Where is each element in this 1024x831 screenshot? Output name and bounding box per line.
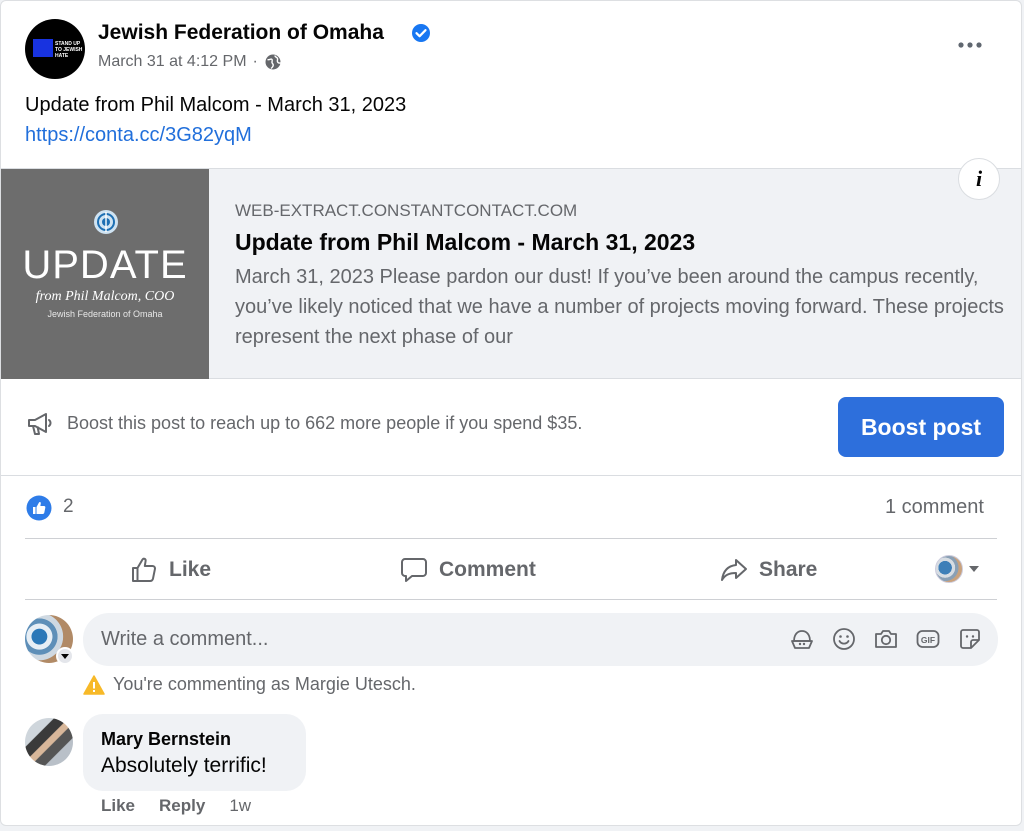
preview-description: March 31, 2023 Please pardon our dust! I…: [235, 266, 1004, 348]
more-options-icon[interactable]: [955, 35, 985, 55]
avatar-text: STAND UP TO JEWISH HATE: [55, 41, 83, 59]
post-text: Update from Phil Malcom - March 31, 2023: [25, 94, 407, 116]
thumbnail-org: Jewish Federation of Omaha: [47, 309, 163, 319]
comment-age[interactable]: 1w: [229, 796, 251, 816]
comment-bubble: [83, 714, 306, 791]
reaction-count[interactable]: 2: [63, 496, 74, 518]
chevron-down-icon: [61, 653, 69, 659]
comment-like-link[interactable]: Like: [101, 796, 135, 816]
comment-button[interactable]: Comment: [399, 551, 536, 589]
link-preview[interactable]: UPDATE from Phil Malcom, COO Jewish Fede…: [1, 168, 1021, 379]
switch-profile-chevron[interactable]: [56, 647, 74, 665]
composer-icons: GIF: [789, 626, 983, 652]
like-label: Like: [169, 558, 212, 581]
profile-avatar: [935, 555, 963, 583]
warning-icon: [83, 674, 105, 695]
thumbnail-title: UPDATE: [22, 243, 188, 287]
share-arrow-icon: [721, 559, 747, 581]
commenter-avatar[interactable]: [25, 718, 73, 766]
chevron-down-icon: [969, 566, 979, 572]
share-label: Share: [759, 558, 818, 581]
boost-message: Boost this post to reach up to 662 more …: [67, 413, 583, 433]
emoji-icon[interactable]: [831, 626, 857, 652]
camera-icon[interactable]: [873, 626, 899, 652]
divider: [25, 599, 997, 600]
page-name[interactable]: Jewish Federation of Omaha: [98, 21, 384, 45]
preview-thumbnail[interactable]: UPDATE from Phil Malcom, COO Jewish Fede…: [1, 169, 209, 379]
comment-reply-link[interactable]: Reply: [159, 796, 205, 816]
globe-icon[interactable]: [264, 53, 282, 71]
divider: [1, 475, 1021, 476]
avatar-sticker-icon[interactable]: [789, 626, 815, 652]
commenter-name[interactable]: Mary Bernstein: [101, 729, 231, 750]
sticker-icon[interactable]: [957, 626, 983, 652]
preview-title[interactable]: Update from Phil Malcom - March 31, 2023: [235, 229, 695, 256]
comment-count[interactable]: 1 comment: [885, 496, 984, 519]
preview-domain: WEB-EXTRACT.CONSTANTCONTACT.COM: [235, 201, 578, 220]
avatar-logo-square: [33, 39, 53, 57]
info-button[interactable]: i: [958, 158, 1000, 200]
post-as-selector[interactable]: [935, 555, 979, 583]
federation-logo-icon: [94, 210, 118, 234]
thumbs-up-icon: [132, 557, 156, 582]
post-link[interactable]: https://conta.cc/3G82yqM: [25, 124, 252, 147]
svg-text:GIF: GIF: [921, 635, 935, 645]
verified-badge-icon: [412, 24, 430, 42]
like-button[interactable]: Like: [129, 551, 211, 589]
post-timestamp[interactable]: March 31 at 4:12 PM: [98, 53, 247, 71]
commenting-as-text: You're commenting as Margie Utesch.: [113, 674, 416, 694]
comment-actions: Like Reply 1w: [101, 796, 251, 816]
gif-icon[interactable]: GIF: [915, 626, 941, 652]
meta-separator: ·: [252, 53, 258, 70]
like-reaction-icon[interactable]: [26, 495, 52, 521]
divider: [25, 538, 997, 539]
share-button[interactable]: Share: [719, 551, 817, 589]
boost-post-button[interactable]: Boost post: [838, 397, 1004, 457]
page-avatar[interactable]: STAND UP TO JEWISH HATE: [25, 19, 85, 79]
speech-bubble-icon: [401, 558, 427, 582]
thumbnail-byline: from Phil Malcom, COO: [35, 289, 175, 304]
post-meta: March 31 at 4:12 PM ·: [98, 53, 282, 71]
megaphone-icon: [28, 413, 52, 435]
post-card: STAND UP TO JEWISH HATE Jewish Federatio…: [0, 0, 1022, 826]
comment-text: Absolutely terrific!: [101, 754, 267, 777]
commenting-as-notice: You're commenting as Margie Utesch.: [83, 674, 416, 695]
comment-label: Comment: [439, 558, 536, 581]
